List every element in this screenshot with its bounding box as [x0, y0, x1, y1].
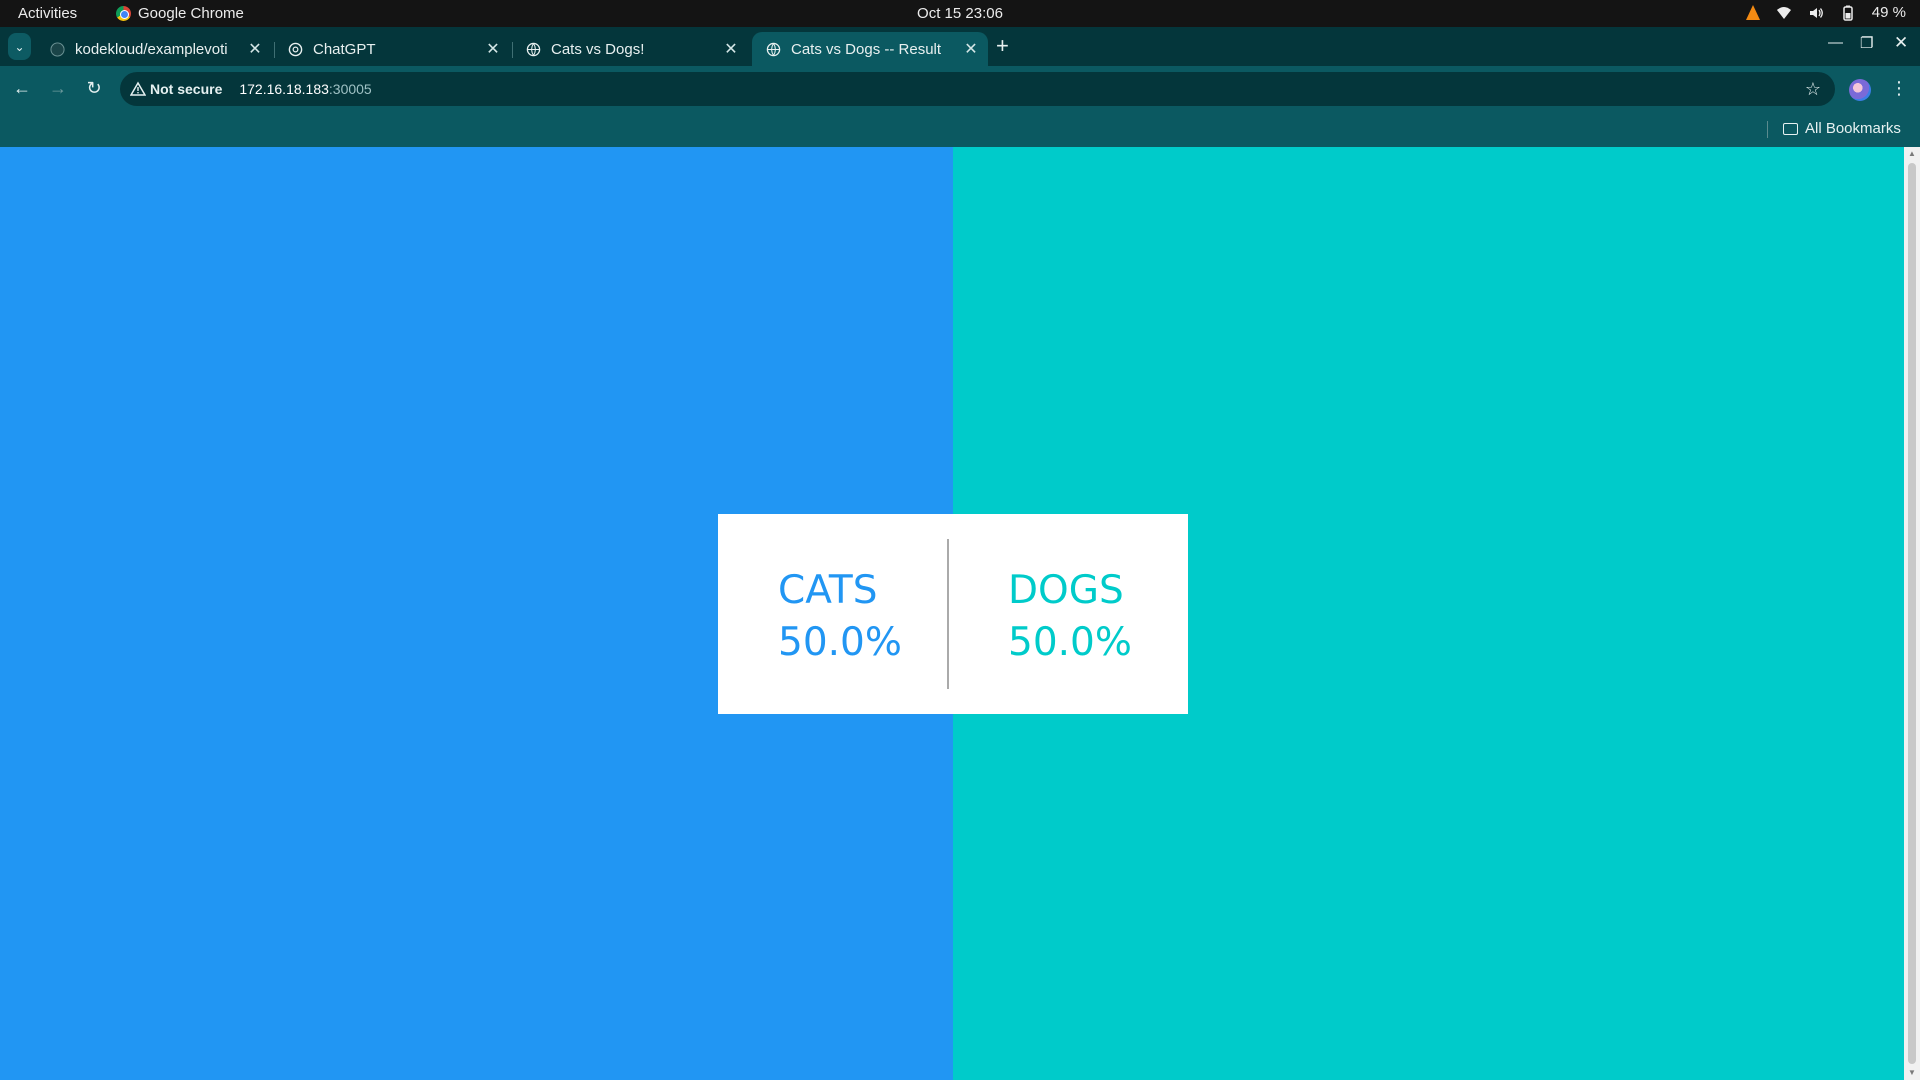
bookmarks-separator [1767, 121, 1768, 138]
all-bookmarks-label: All Bookmarks [1805, 120, 1901, 137]
tab-title: Cats vs Dogs -- Result [791, 40, 942, 58]
chrome-icon [116, 6, 131, 21]
result-divider [947, 539, 949, 689]
tab-title: ChatGPT [313, 40, 376, 58]
close-icon[interactable]: ✕ [482, 39, 504, 59]
close-icon[interactable]: ✕ [960, 39, 982, 59]
tab-search-button[interactable]: ⌄ [8, 33, 31, 60]
tab-strip: ⌄ kodekloud/examplevoti ✕ ChatGPT ✕ Cats… [0, 27, 1920, 66]
url-text[interactable]: 172.16.18.183:30005 [239, 81, 371, 97]
warning-icon [130, 81, 146, 96]
chatgpt-icon [288, 42, 303, 56]
cats-result: CATS 50.0% [718, 514, 953, 714]
result-card: CATS 50.0% DOGS 50.0% [718, 514, 1188, 714]
globe-icon [526, 42, 541, 56]
url-port: :30005 [328, 81, 372, 97]
system-top-bar: Activities Google Chrome Oct 15 23:06 49… [0, 0, 1920, 27]
battery-icon [1843, 5, 1853, 21]
profile-avatar[interactable] [1849, 79, 1871, 101]
forward-button[interactable]: → [46, 76, 70, 100]
clock[interactable]: Oct 15 23:06 [0, 5, 1920, 22]
battery-percent: 49 % [1871, 4, 1906, 21]
reload-button[interactable]: ↻ [82, 76, 106, 100]
tab-chatgpt[interactable]: ChatGPT ✕ [274, 32, 510, 66]
system-tray[interactable]: 49 % [1745, 4, 1906, 21]
scroll-up-icon[interactable]: ▲ [1908, 149, 1916, 158]
cats-label: CATS [778, 568, 878, 613]
close-window-button[interactable]: ✕ [1894, 33, 1908, 53]
back-button[interactable]: ← [10, 76, 34, 100]
tab-cats-vs-dogs[interactable]: Cats vs Dogs! ✕ [512, 32, 748, 66]
tab-title: kodekloud/examplevoti [75, 40, 228, 58]
minimize-button[interactable]: — [1828, 34, 1843, 51]
cats-percent: 50.0% [778, 620, 902, 665]
globe-icon [766, 42, 781, 56]
scroll-down-icon[interactable]: ▼ [1908, 1068, 1916, 1077]
folder-icon [1783, 122, 1798, 135]
app-menu[interactable]: Google Chrome [116, 5, 244, 22]
vertical-scrollbar[interactable]: ▲ ▼ [1904, 147, 1920, 1080]
bookmarks-bar: All Bookmarks [0, 112, 1920, 147]
wifi-icon [1776, 6, 1791, 19]
close-icon[interactable]: ✕ [720, 39, 742, 59]
chevron-down-icon: ⌄ [14, 39, 25, 54]
url-host: 172.16.18.183 [239, 81, 329, 97]
all-bookmarks-button[interactable]: All Bookmarks [1783, 120, 1901, 137]
menu-kebab-icon[interactable]: ⋮ [1890, 78, 1908, 99]
volume-icon [1809, 7, 1823, 18]
close-icon[interactable]: ✕ [244, 39, 266, 59]
app-name: Google Chrome [138, 5, 244, 22]
dogs-result: DOGS 50.0% [953, 514, 1188, 714]
bookmark-star-icon[interactable]: ☆ [1805, 79, 1821, 100]
scrollbar-thumb[interactable] [1908, 163, 1916, 1064]
activities-button[interactable]: Activities [18, 5, 77, 22]
restore-button[interactable]: ❐ [1860, 34, 1873, 52]
address-bar[interactable]: Not secure 172.16.18.183:30005 ☆ [120, 72, 1835, 106]
github-icon [50, 41, 65, 57]
vlc-icon[interactable] [1745, 5, 1760, 20]
dogs-label: DOGS [1008, 568, 1124, 613]
browser-toolbar: ← → ↻ Not secure 172.16.18.183:30005 ☆ ⋮ [0, 66, 1920, 112]
tab-title: Cats vs Dogs! [551, 40, 645, 58]
tab-github[interactable]: kodekloud/examplevoti ✕ [36, 32, 272, 66]
page-viewport: CATS 50.0% DOGS 50.0% ▲ ▼ [0, 147, 1920, 1080]
security-label[interactable]: Not secure [150, 81, 222, 97]
dogs-percent: 50.0% [1008, 620, 1132, 665]
tab-cats-vs-dogs-result[interactable]: Cats vs Dogs -- Result ✕ [752, 32, 988, 66]
new-tab-button[interactable]: + [996, 33, 1009, 59]
